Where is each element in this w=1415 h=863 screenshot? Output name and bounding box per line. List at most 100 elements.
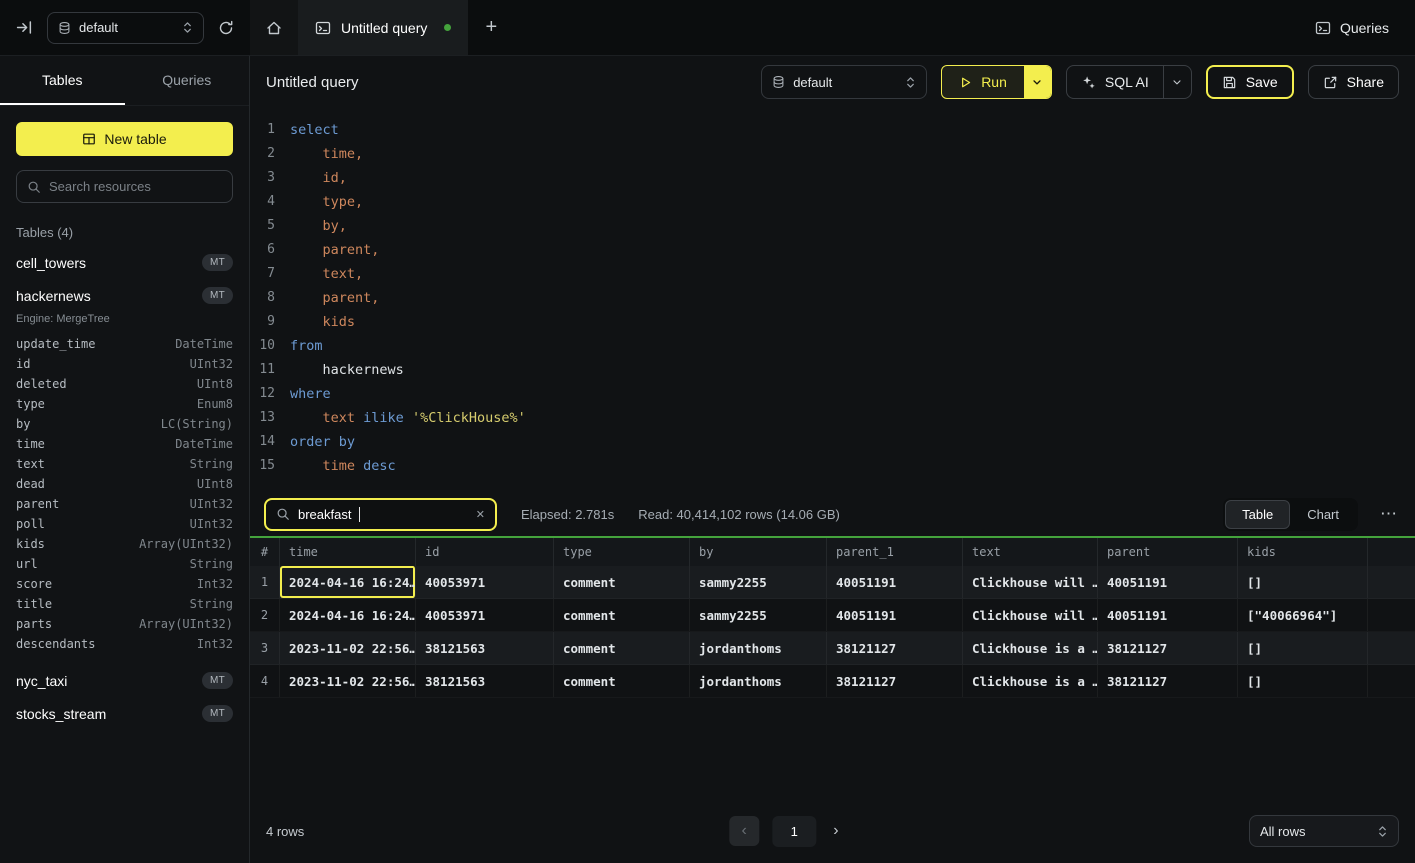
table-cell[interactable]: comment [554,566,690,598]
column-header[interactable]: kids [1238,538,1368,566]
table-cell[interactable]: Clickhouse is a … [963,632,1098,664]
table-cell[interactable]: Clickhouse is a … [963,665,1098,697]
tab-home[interactable] [250,0,298,55]
table-cell[interactable]: sammy2255 [690,566,827,598]
column-header[interactable]: by [690,538,827,566]
table-cell[interactable]: 2023-11-02 22:56… [280,665,416,697]
run-button[interactable]: Run [942,66,1024,98]
column-row[interactable]: partsArray(UInt32) [16,614,233,634]
code-line[interactable]: 10from [250,334,1415,358]
table-cell[interactable]: jordanthoms [690,665,827,697]
next-page-button[interactable]: › [829,818,842,844]
previous-page-button[interactable]: ‹ [729,816,759,846]
table-cell[interactable]: sammy2255 [690,599,827,631]
table-cell[interactable]: Clickhouse will … [963,566,1098,598]
refresh-button[interactable] [216,18,236,38]
table-cell[interactable]: 40051191 [827,566,963,598]
sql-ai-button[interactable]: SQL AI [1067,66,1163,98]
view-toggle-chart[interactable]: Chart [1290,500,1356,529]
table-cell[interactable]: [] [1238,665,1368,697]
column-row[interactable]: timeDateTime [16,434,233,454]
table-cell[interactable]: 3 [250,632,280,664]
column-header[interactable]: parent_1 [827,538,963,566]
new-table-button[interactable]: New table [16,122,233,156]
resource-search[interactable] [16,170,233,203]
column-row[interactable]: pollUInt32 [16,514,233,534]
resource-search-input[interactable] [49,179,222,194]
table-row[interactable]: 32023-11-02 22:56…38121563commentjordant… [250,632,1415,665]
code-line[interactable]: 15 time desc [250,454,1415,478]
code-line[interactable]: 5 by, [250,214,1415,238]
code-line[interactable]: 3 id, [250,166,1415,190]
table-cell[interactable]: 38121563 [416,665,554,697]
table-cell[interactable]: 40053971 [416,599,554,631]
table-item[interactable]: stocks_streamMT [16,697,233,730]
code-line[interactable]: 7 text, [250,262,1415,286]
rows-per-page-selector[interactable]: All rows [1249,815,1399,847]
table-cell[interactable]: 2024-04-16 16:24… [280,566,416,598]
column-row[interactable]: byLC(String) [16,414,233,434]
code-line[interactable]: 2 time, [250,142,1415,166]
new-tab-button[interactable]: + [468,0,514,55]
column-header[interactable]: id [416,538,554,566]
queries-link[interactable]: Queries [1315,20,1389,36]
save-button[interactable]: Save [1206,65,1294,99]
code-line[interactable]: 14order by [250,430,1415,454]
table-cell[interactable]: comment [554,665,690,697]
tab-untitled-query[interactable]: Untitled query [298,0,468,55]
column-row[interactable]: update_timeDateTime [16,334,233,354]
table-cell[interactable]: comment [554,632,690,664]
code-line[interactable]: 12where [250,382,1415,406]
page-number[interactable]: 1 [772,816,816,847]
table-cell[interactable]: [] [1238,566,1368,598]
table-item[interactable]: cell_towersMT [16,246,233,279]
clear-search-button[interactable]: ✕ [476,508,485,521]
code-line[interactable]: 6 parent, [250,238,1415,262]
column-header[interactable]: # [250,538,280,566]
column-row[interactable]: typeEnum8 [16,394,233,414]
code-line[interactable]: 4 type, [250,190,1415,214]
share-button[interactable]: Share [1308,65,1399,99]
run-options-button[interactable] [1024,66,1051,98]
table-cell[interactable]: 40051191 [1098,566,1238,598]
table-cell[interactable]: 4 [250,665,280,697]
table-row[interactable]: 12024-04-16 16:24…40053971commentsammy22… [250,566,1415,599]
column-row[interactable]: deadUInt8 [16,474,233,494]
results-search[interactable]: breakfast ✕ [264,498,497,531]
view-toggle-table[interactable]: Table [1225,500,1290,529]
column-row[interactable]: parentUInt32 [16,494,233,514]
table-cell[interactable]: Clickhouse will … [963,599,1098,631]
table-cell[interactable]: ["40066964"] [1238,599,1368,631]
code-line[interactable]: 9 kids [250,310,1415,334]
table-cell[interactable]: 38121563 [416,632,554,664]
column-header[interactable]: parent [1098,538,1238,566]
column-row[interactable]: idUInt32 [16,354,233,374]
code-line[interactable]: 8 parent, [250,286,1415,310]
table-cell[interactable]: 38121127 [827,665,963,697]
column-row[interactable]: textString [16,454,233,474]
sql-editor[interactable]: 1select2 time,3 id,4 type,5 by,6 parent,… [250,108,1415,492]
collapse-sidebar-button[interactable] [14,17,35,38]
column-header[interactable]: type [554,538,690,566]
column-header[interactable]: time [280,538,416,566]
code-line[interactable]: 11 hackernews [250,358,1415,382]
sidebar-tab-queries[interactable]: Queries [125,56,250,105]
table-cell[interactable]: 2024-04-16 16:24… [280,599,416,631]
table-cell[interactable]: 40051191 [1098,599,1238,631]
table-item[interactable]: hackernewsMT [16,279,233,312]
column-row[interactable]: kidsArray(UInt32) [16,534,233,554]
table-cell[interactable]: 40051191 [827,599,963,631]
topbar-database-selector[interactable]: default [47,12,204,44]
query-database-selector[interactable]: default [761,65,927,99]
table-cell[interactable]: 2 [250,599,280,631]
code-line[interactable]: 13 text ilike '%ClickHouse%' [250,406,1415,430]
table-cell[interactable]: comment [554,599,690,631]
table-cell[interactable]: 1 [250,566,280,598]
column-header[interactable]: text [963,538,1098,566]
table-item[interactable]: nyc_taxiMT [16,664,233,697]
sql-ai-options-button[interactable] [1163,66,1191,98]
table-cell[interactable]: 2023-11-02 22:56… [280,632,416,664]
table-cell[interactable]: 38121127 [1098,665,1238,697]
column-row[interactable]: titleString [16,594,233,614]
column-row[interactable]: urlString [16,554,233,574]
